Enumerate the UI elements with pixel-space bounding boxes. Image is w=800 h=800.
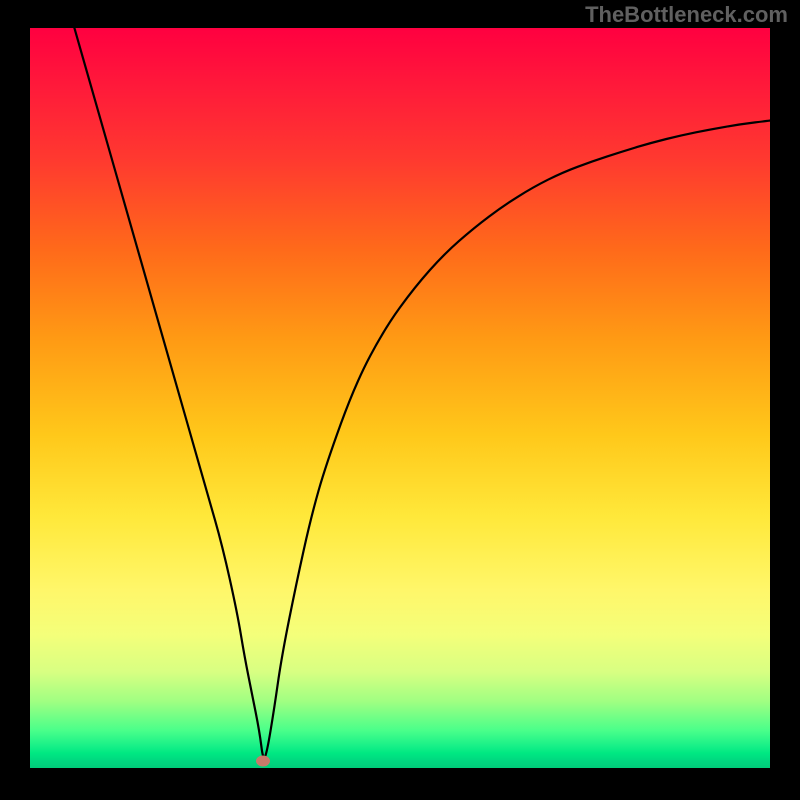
watermark-text: TheBottleneck.com	[585, 2, 788, 28]
plot-area	[30, 28, 770, 768]
optimal-marker	[256, 755, 270, 766]
bottleneck-curve	[30, 28, 770, 768]
chart-frame: TheBottleneck.com	[0, 0, 800, 800]
